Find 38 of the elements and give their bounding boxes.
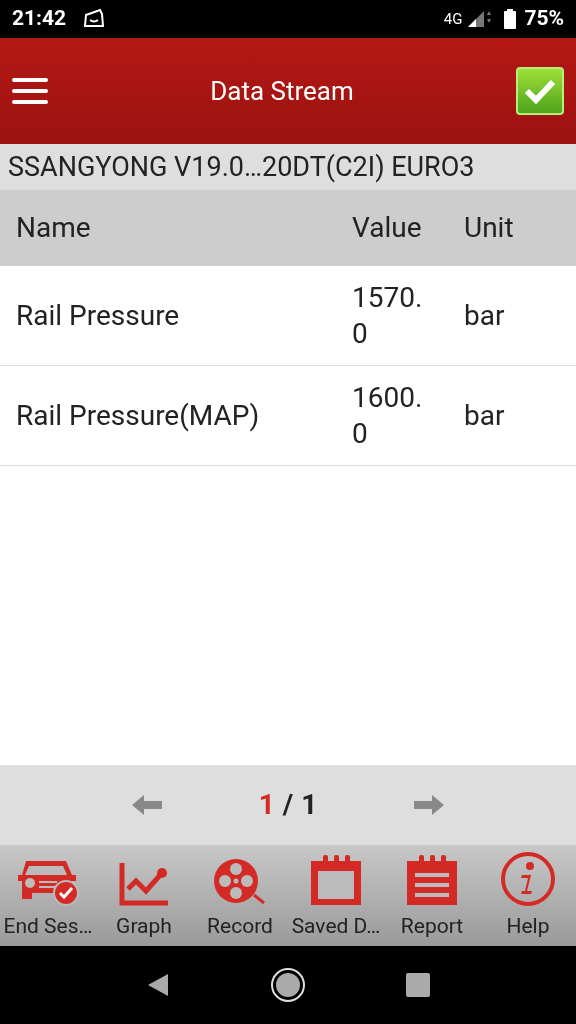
notepad-icon (405, 852, 459, 907)
toolbar-button[interactable]: Graph (96, 845, 192, 946)
toolbar-button[interactable]: Report (384, 845, 480, 946)
film-reel-icon (212, 856, 268, 907)
vehicle-title: SSANGYONG V19.0…20DT(C2I) EURO3 (8, 149, 475, 185)
checkmark-icon (524, 78, 556, 104)
table-cell-text: bar (464, 297, 505, 334)
clock: 21:42 (12, 5, 67, 33)
page-separator: / (282, 787, 294, 823)
line-chart-icon (118, 860, 170, 907)
toolbar-button[interactable]: Record (192, 845, 288, 946)
header-title: Data Stream (209, 74, 355, 108)
confirm-button[interactable] (516, 67, 564, 115)
menu-icon[interactable] (12, 78, 48, 104)
table-cell-text: Rail Pressure (15, 297, 181, 334)
current-page: 1 (258, 787, 275, 823)
signal-icon (466, 9, 493, 29)
back-icon[interactable] (146, 972, 170, 998)
column-header: Name (15, 210, 92, 246)
column-header: Value (352, 210, 423, 246)
calendar-icon (309, 852, 363, 907)
toolbar-button[interactable]: Saved D… (288, 845, 384, 946)
battery-percent: 75% (524, 5, 564, 33)
home-icon[interactable] (270, 967, 306, 1003)
total-pages: 1 (301, 787, 318, 823)
info-icon (500, 850, 556, 907)
network-type: 4G (443, 8, 463, 30)
column-header: Unit (464, 210, 514, 246)
notification-icon (82, 8, 107, 30)
toolbar-button[interactable]: End Ses… (0, 845, 96, 946)
table-cell-text: 1570.0 (352, 279, 424, 352)
toolbar-button[interactable]: Help (480, 845, 576, 946)
previous-arrow-icon[interactable] (130, 793, 164, 817)
table-cell-text: Rail Pressure(MAP) (15, 397, 261, 434)
table-cell-text: bar (464, 397, 505, 434)
next-arrow-icon[interactable] (412, 793, 446, 817)
battery-icon (504, 9, 517, 29)
table-cell-text: 1600.0 (352, 379, 424, 452)
